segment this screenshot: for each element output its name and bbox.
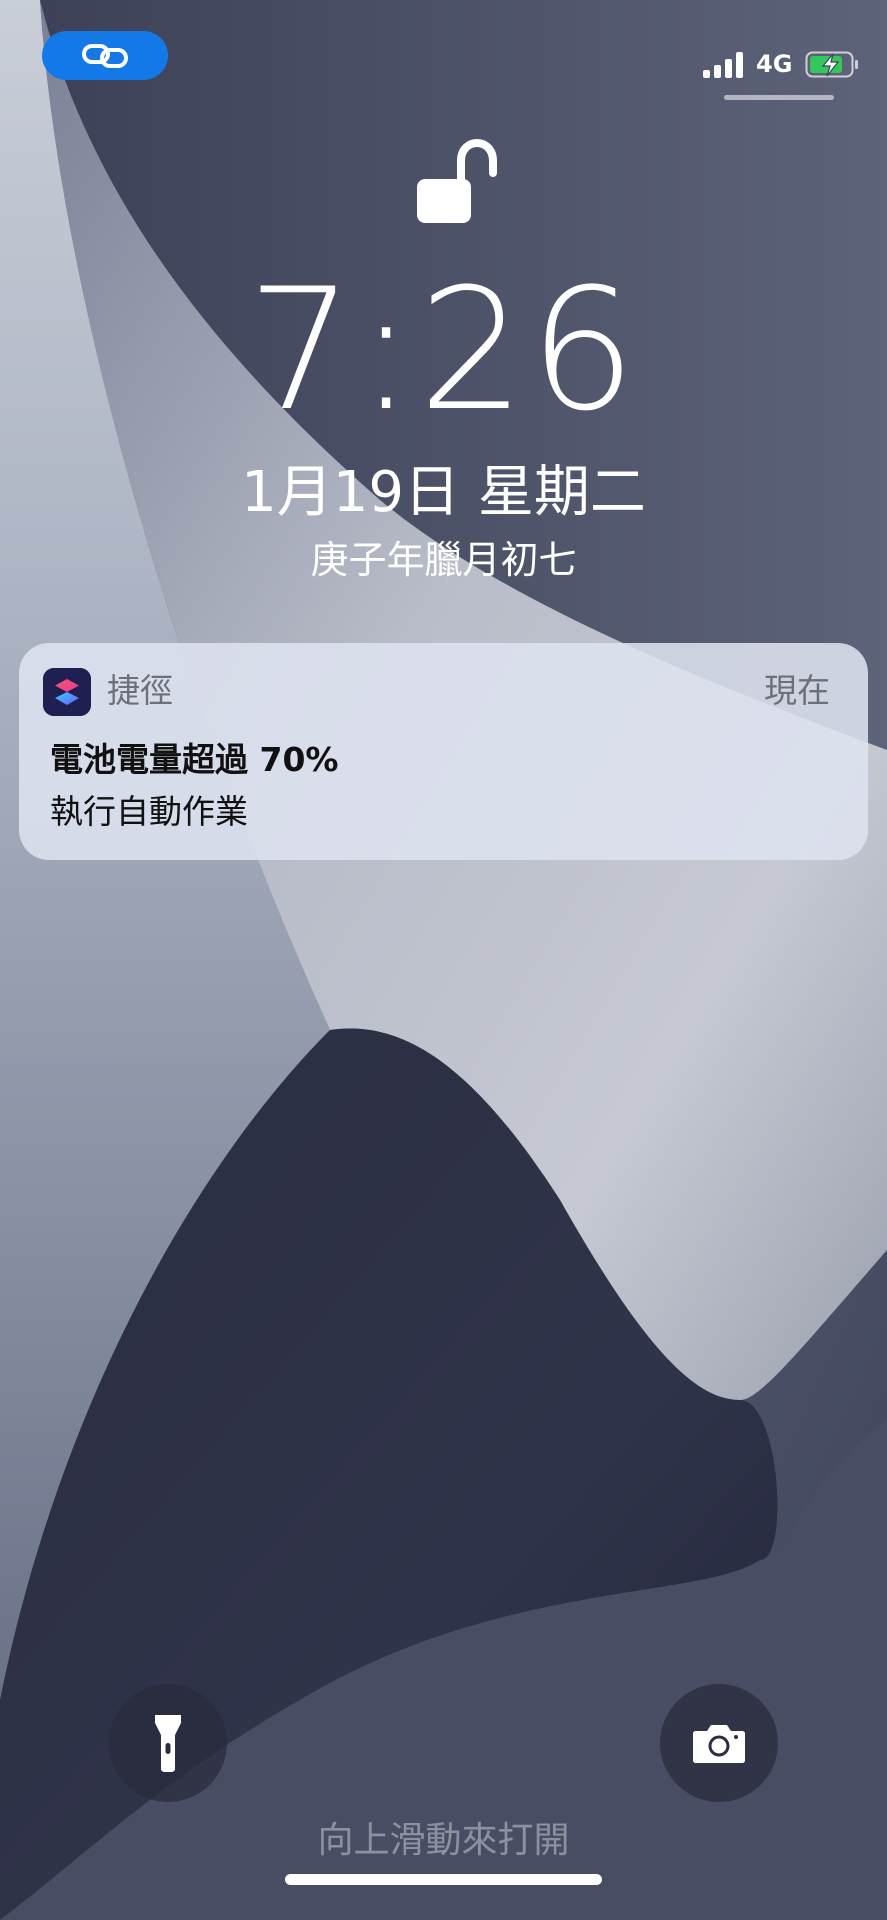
shortcuts-app-icon — [43, 668, 91, 716]
notification-time: 現在 — [764, 671, 830, 710]
cellular-signal-icon — [703, 52, 745, 78]
lunar-date: 庚子年臘月初七 — [310, 538, 577, 582]
camera-button[interactable] — [660, 1684, 778, 1802]
flashlight-icon — [155, 1715, 181, 1772]
notification-card[interactable]: 捷徑 現在 電池電量超過 70% 執行自動作業 — [19, 643, 868, 860]
lock-screen-date: 1月19日 星期二 — [241, 460, 646, 525]
battery-charging-icon — [805, 51, 858, 78]
notification-title: 電池電量超過 70% — [50, 740, 339, 779]
unlocked-padlock-icon — [417, 138, 497, 223]
camera-icon — [693, 1725, 745, 1763]
lock-screen-time: 7:26 — [246, 252, 641, 448]
notification-body: 執行自動作業 — [50, 792, 248, 831]
shortcut-running-pill[interactable] — [42, 31, 168, 80]
swipe-up-hint: 向上滑動來打開 — [317, 1820, 570, 1861]
network-type: 4G — [756, 50, 793, 78]
home-indicator[interactable] — [285, 1874, 602, 1885]
flashlight-button[interactable] — [109, 1684, 227, 1802]
notification-app-name: 捷徑 — [107, 671, 173, 710]
status-bar-pull-indicator — [724, 95, 834, 100]
link-icon — [82, 43, 128, 68]
